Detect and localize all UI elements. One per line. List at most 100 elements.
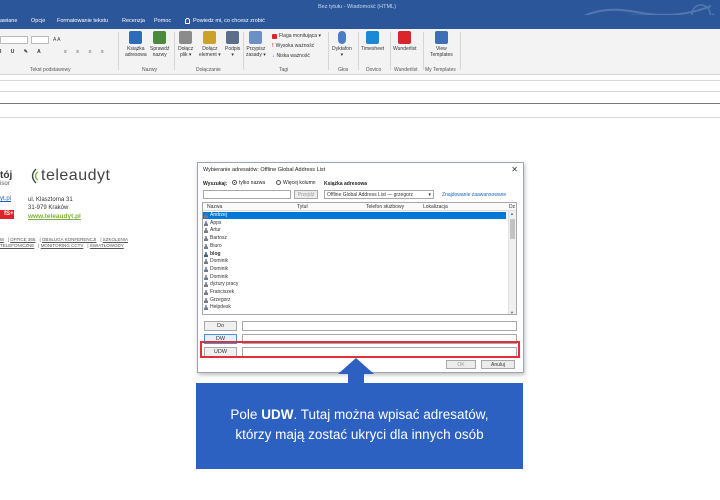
list-item[interactable]: Artur <box>203 227 506 234</box>
column-header-title[interactable]: Tytuł <box>297 204 308 210</box>
signature-link[interactable]: OBSŁUGA KONFERENCJI <box>42 237 97 242</box>
list-item-name: Apps <box>210 219 222 226</box>
wunderlist-icon <box>398 31 412 44</box>
list-item[interactable]: blog <box>203 251 506 258</box>
signature-link[interactable]: TELEFONICZNE <box>0 243 34 248</box>
list-item[interactable]: Andrzej <box>203 212 506 219</box>
signature-email-link[interactable]: yt.pl <box>0 196 11 202</box>
exclamation-icon: ! <box>272 43 274 49</box>
wunderlist-button[interactable]: Wunderlist <box>393 31 417 52</box>
tab-insert[interactable]: awiane <box>0 18 17 24</box>
low-importance-label: Niska ważność <box>276 53 310 59</box>
list-item-name: Franciszek <box>210 289 235 295</box>
user-icon <box>204 243 208 249</box>
group-include: Dołączanie <box>196 67 221 73</box>
list-scrollbar[interactable]: ▲ ▼ <box>508 211 516 314</box>
to-button[interactable]: Do <box>204 321 237 331</box>
signature-link[interactable]: SZKOLENIA <box>103 237 128 242</box>
dictate-button[interactable]: Dyktafon ▾ <box>332 31 352 58</box>
group-separator <box>118 32 119 70</box>
list-item[interactable]: Dominik <box>203 274 506 281</box>
advanced-search-link[interactable]: Znajdowanie zaawansowane <box>442 192 506 198</box>
group-tags: Tagi <box>279 67 289 73</box>
timesheet-label: Timesheet <box>361 46 385 52</box>
list-item-name: blog <box>210 250 221 257</box>
signature-links-row1: M | OFFICE 365 | OBSŁUGA KONFERENCJI | SZKO… <box>0 237 129 242</box>
check-names-button[interactable]: Sprawdź nazwy <box>150 31 169 58</box>
signature-link[interactable]: OFFICE 365 <box>10 237 35 242</box>
list-item[interactable]: Dominik <box>203 266 506 273</box>
tab-options[interactable]: Opcje <box>31 18 45 24</box>
callout-line2: którzy mają zostać ukryci dla innych osó… <box>235 427 484 442</box>
font-size-box[interactable] <box>31 36 49 44</box>
signature-link[interactable]: MONITORING CCTV <box>41 243 84 248</box>
cancel-button[interactable]: Anuluj <box>481 360 515 369</box>
callout-line1: . Tutaj można wpisać adresatów, <box>293 407 489 422</box>
tab-help[interactable]: Pomoc <box>154 18 171 24</box>
tell-me-search[interactable]: Powiedz mi, co chcesz zrobić <box>185 18 265 24</box>
group-wunderlist: Wunderlist <box>394 67 418 73</box>
address-book-button[interactable]: Książka adresowa <box>125 31 147 58</box>
list-item-name: Grzegorz <box>210 296 231 303</box>
address-list[interactable]: Nazwa Tytuł Telefon służbowy Lokalizacja… <box>202 202 517 315</box>
follow-up-flag-button[interactable]: Flaga monitująca ▾ <box>272 33 321 39</box>
assign-policy-button[interactable]: Przypisz zasady ▾ <box>246 31 266 58</box>
radio-more-columns[interactable]: Więcej kolumn <box>276 180 316 186</box>
scroll-up-icon[interactable]: ▲ <box>510 211 514 216</box>
signature-badge: fS+ <box>0 210 14 219</box>
scrollbar-thumb[interactable] <box>510 219 515 239</box>
close-icon[interactable]: ✕ <box>511 165 518 174</box>
follow-up-flag-label: Flaga monitująca ▾ <box>279 33 321 39</box>
font-name-box[interactable] <box>0 36 28 44</box>
column-header-location[interactable]: Lokalizacja <box>423 204 448 210</box>
radio-name-only[interactable]: tylko nazwa <box>232 180 265 186</box>
address-book-select[interactable]: Offline Global Address List — grzegorz ▾ <box>324 190 434 199</box>
list-item[interactable]: Franciszek <box>203 289 506 296</box>
list-item-name: Andrzej <box>210 212 227 218</box>
group-voice: Głos <box>338 67 349 73</box>
list-item[interactable]: Bartosz <box>203 235 506 242</box>
list-item[interactable]: Helpdesk <box>203 304 506 311</box>
high-importance-button[interactable]: ! Wysoka ważność <box>272 43 314 49</box>
tab-format-text[interactable]: Formatowanie tekstu <box>57 18 108 24</box>
timesheet-button[interactable]: Timesheet <box>361 31 384 52</box>
column-header-name[interactable]: Nazwa <box>207 204 222 210</box>
user-icon <box>204 213 208 218</box>
low-importance-button[interactable]: ↓ Niska ważność <box>272 53 310 59</box>
attach-item-button[interactable]: Dołącz element ▾ <box>199 31 221 58</box>
to-field[interactable] <box>242 321 517 331</box>
column-header-department[interactable]: Dz <box>509 204 515 210</box>
list-item[interactable]: Grzegorz <box>203 297 506 304</box>
go-button[interactable]: Przejdź <box>294 190 318 199</box>
tab-review[interactable]: Recenzja <box>122 18 145 24</box>
group-separator <box>423 32 424 70</box>
attach-file-label-2: plik ▾ <box>179 52 192 58</box>
ok-button[interactable]: OK <box>446 360 476 369</box>
user-icon <box>204 305 208 311</box>
signature-website-link[interactable]: www.teleaudyt.pl <box>28 213 81 220</box>
teleaudyt-logo: teleaudyt <box>27 167 110 185</box>
attach-file-button[interactable]: Dołącz plik ▾ <box>178 31 193 58</box>
microphone-icon <box>337 31 346 44</box>
font-grow-icon[interactable]: A A <box>53 37 61 43</box>
wunderlist-label: Wunderlist <box>393 46 417 52</box>
list-item[interactable]: dyżury pracy <box>203 281 506 288</box>
list-item[interactable]: Biuro <box>203 243 506 250</box>
format-buttons[interactable]: I U ✎ A <box>0 49 45 55</box>
align-buttons[interactable]: ≡ ≡ ≡ ≡ <box>64 49 108 55</box>
column-header-phone[interactable]: Telefon służbowy <box>366 204 404 210</box>
ribbon-tabs: awiane Opcje Formatowanie tekstu Recenzj… <box>0 15 720 29</box>
signature-link[interactable]: M <box>0 237 4 242</box>
list-item[interactable]: Apps <box>203 220 506 227</box>
title-bar: Bez tytułu - Wiadomość (HTML) <box>0 0 720 27</box>
scroll-down-icon[interactable]: ▼ <box>510 310 514 314</box>
signature-link[interactable]: ŚWIATŁOWODY <box>90 243 124 248</box>
search-input[interactable] <box>203 190 291 199</box>
user-icon <box>204 228 208 234</box>
signature-button[interactable]: Podpis ▾ <box>225 31 240 58</box>
view-templates-button[interactable]: View Templates <box>430 31 453 58</box>
attach-item-label-2: element ▾ <box>199 52 221 58</box>
list-item[interactable]: Dominik <box>203 258 506 265</box>
assign-policy-label-2: zasady ▾ <box>246 52 266 58</box>
user-icon <box>204 297 208 303</box>
